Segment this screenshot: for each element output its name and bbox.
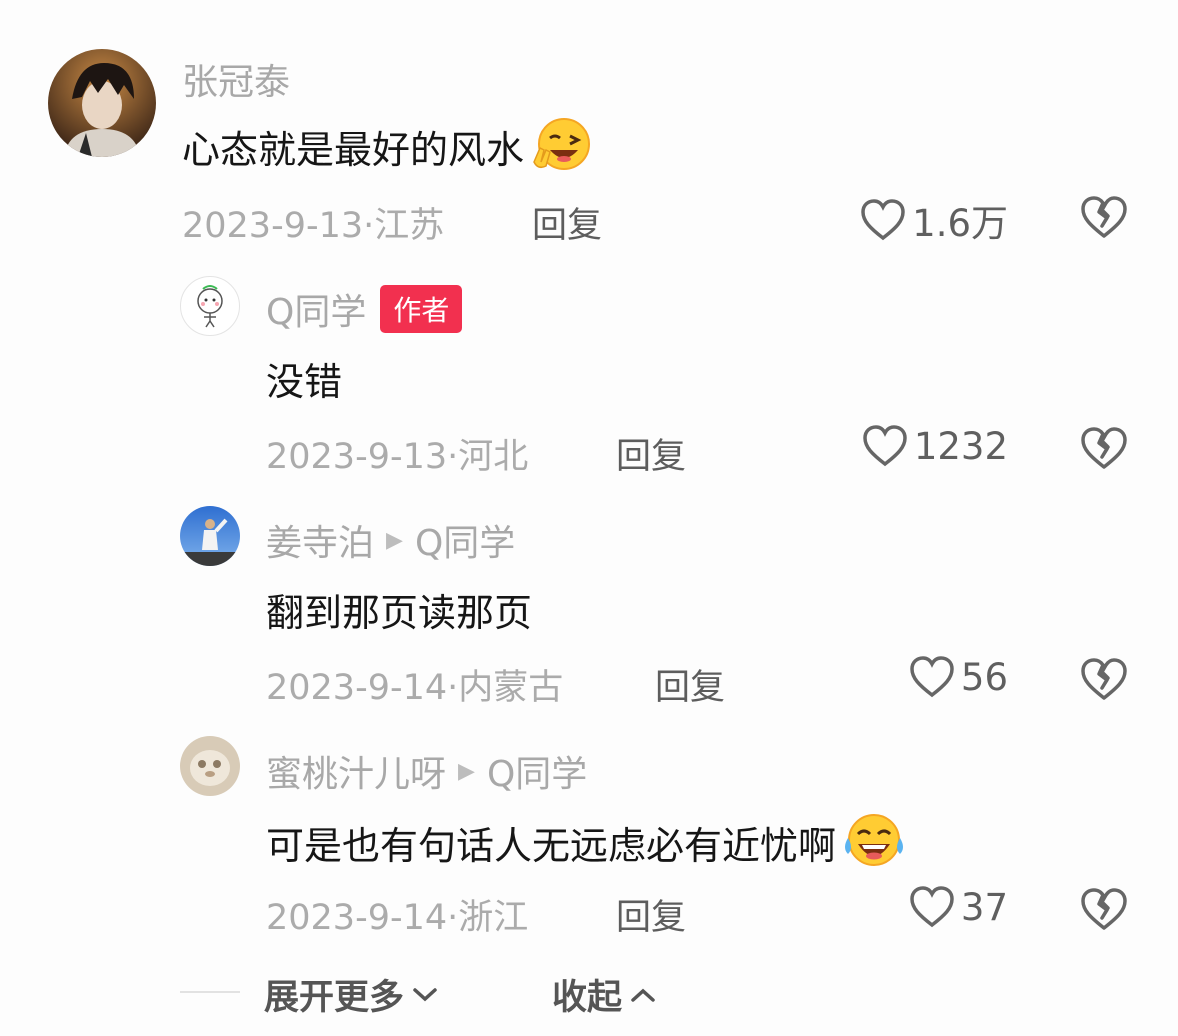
comment-username[interactable]: 张冠泰: [182, 53, 290, 105]
like-count: 1.6万: [912, 202, 1008, 245]
comment-meta: 2023-9-14·浙江: [266, 898, 529, 938]
reply-arrow-icon: ▶: [458, 758, 475, 784]
comment-text-body: 心态就是最好的风水: [182, 127, 525, 172]
comment-text: 心态就是最好的风水: [182, 116, 596, 176]
comment-text: 可是也有句话人无远虑必有近忧啊: [266, 812, 908, 872]
author-badge: 作者: [380, 285, 463, 333]
tears-of-joy-emoji: [845, 814, 904, 866]
reply-arrow-icon: ▶: [386, 527, 403, 553]
comment-meta: 2023-9-13·江苏: [182, 206, 445, 246]
heart-icon: [910, 656, 954, 698]
avatar[interactable]: [180, 276, 240, 336]
reply-button[interactable]: 回复: [532, 197, 602, 248]
footer-divider: [180, 991, 240, 993]
comment-location: 江苏: [374, 206, 445, 246]
avatar-image: [180, 506, 240, 566]
comment-meta: 2023-9-14·内蒙古: [266, 668, 564, 708]
chevron-down-icon: [413, 987, 437, 1001]
comment-location: 浙江: [458, 898, 529, 938]
chevron-up-icon: [631, 988, 655, 1002]
avatar[interactable]: [180, 736, 240, 796]
collapse-label: 收起: [552, 978, 623, 1018]
avatar-image: [180, 736, 240, 796]
expand-more-button[interactable]: 展开更多: [264, 969, 440, 1020]
dislike-button[interactable]: [1080, 425, 1128, 475]
broken-heart-icon: [1081, 888, 1127, 930]
comment-header: 姜寺泊 ▶ Q同学: [266, 514, 515, 566]
dislike-button[interactable]: [1080, 194, 1128, 244]
like-count: 56: [960, 655, 1008, 699]
avatar[interactable]: [180, 506, 240, 566]
collapse-button[interactable]: 收起: [552, 969, 658, 1020]
like-count: 1232: [913, 424, 1008, 468]
comment-username[interactable]: 姜寺泊: [266, 514, 374, 566]
comment-header: Q同学 作者: [266, 283, 463, 335]
comment-location: 内蒙古: [458, 668, 564, 708]
reply-to-username[interactable]: Q同学: [415, 514, 515, 566]
reply-button[interactable]: 回复: [616, 889, 686, 940]
avatar-image: [197, 285, 223, 328]
reply-to-username[interactable]: Q同学: [487, 745, 587, 797]
comment-date: 2023-9-13: [182, 206, 364, 246]
squinting-wink-peace-emoji: [533, 118, 591, 170]
avatar[interactable]: [48, 49, 156, 157]
broken-heart-icon: [1081, 196, 1127, 238]
dislike-button[interactable]: [1080, 886, 1128, 936]
comment-username[interactable]: Q同学: [266, 283, 366, 335]
comment-location: 河北: [458, 437, 529, 477]
comment-date: 2023-9-14: [266, 668, 448, 708]
comment-meta: 2023-9-13·河北: [266, 437, 529, 477]
broken-heart-icon: [1081, 658, 1127, 700]
broken-heart-icon: [1081, 427, 1127, 469]
comment-text: 翻到那页读那页: [266, 591, 533, 635]
like-button[interactable]: 1.6万: [860, 193, 1008, 247]
comment-date: 2023-9-13: [266, 437, 448, 477]
comment-header: 蜜桃汁儿呀 ▶ Q同学: [266, 745, 587, 797]
heart-icon: [910, 886, 954, 928]
avatar-image: [48, 49, 156, 157]
heart-icon: [863, 425, 907, 467]
comment-date: 2023-9-14: [266, 898, 448, 938]
comment-username[interactable]: 蜜桃汁儿呀: [266, 745, 446, 797]
heart-icon: [861, 199, 905, 241]
like-button[interactable]: 56: [909, 655, 1008, 699]
reply-button[interactable]: 回复: [655, 659, 725, 710]
like-count: 37: [960, 885, 1008, 929]
like-button[interactable]: 1232: [862, 424, 1008, 468]
like-button[interactable]: 37: [909, 885, 1008, 929]
expand-more-label: 展开更多: [264, 978, 405, 1018]
comment-text-body: 可是也有句话人无远虑必有近忧啊: [266, 823, 837, 868]
reply-button[interactable]: 回复: [616, 428, 686, 479]
dislike-button[interactable]: [1080, 656, 1128, 706]
comment-text: 没错: [266, 360, 343, 404]
